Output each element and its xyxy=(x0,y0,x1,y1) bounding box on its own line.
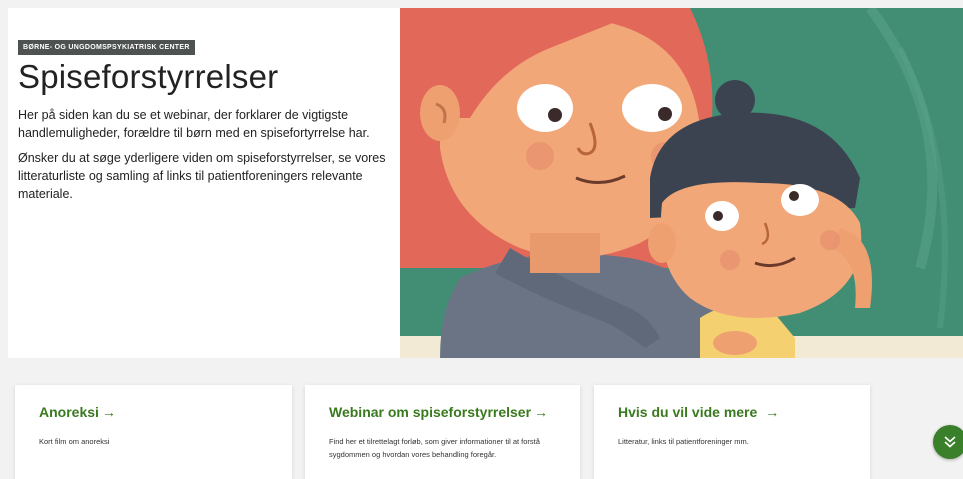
card-webinar-title[interactable]: Webinar om spiseforstyrrelser → xyxy=(329,404,548,420)
arrow-right-icon: → xyxy=(101,404,116,420)
card-anoreksi[interactable]: Anoreksi → Kort film om anoreksi xyxy=(15,385,292,479)
card-more-info-description: Litteratur, links til patientforeninger … xyxy=(618,437,749,446)
card-webinar[interactable]: Webinar om spiseforstyrrelser → Find her … xyxy=(305,385,580,479)
card-webinar-description: Find her et tilrettelagt forløb, som giv… xyxy=(329,437,540,459)
hero-illustration xyxy=(400,8,963,358)
card-anoreksi-label: Anoreksi xyxy=(39,404,99,420)
scroll-down-button[interactable] xyxy=(933,425,963,459)
page-title: Spiseforstyrrelser xyxy=(18,58,279,95)
card-more-info[interactable]: Hvis du vil vide mere → Litteratur, links… xyxy=(594,385,870,479)
card-webinar-label: Webinar om spiseforstyrrelser xyxy=(329,404,532,420)
double-chevron-down-icon xyxy=(944,436,956,448)
card-anoreksi-title[interactable]: Anoreksi → xyxy=(39,404,116,420)
department-label: BØRNE- OG UNGDOMSPSYKIATRISK CENTER xyxy=(18,40,195,55)
hero-section: BØRNE- OG UNGDOMSPSYKIATRISK CENTER Spis… xyxy=(8,8,963,358)
further-info-paragraph: Ønsker du at søge yderligere viden om sp… xyxy=(18,151,386,201)
intro-paragraph: Her på siden kan du se et webinar, der f… xyxy=(18,108,370,140)
hero-text: BØRNE- OG UNGDOMSPSYKIATRISK CENTER Spis… xyxy=(18,36,388,210)
card-more-info-label: Hvis du vil vide mere xyxy=(618,404,758,420)
card-more-info-title[interactable]: Hvis du vil vide mere → xyxy=(618,404,779,420)
arrow-right-icon: → xyxy=(534,404,549,420)
card-anoreksi-description: Kort film om anoreksi xyxy=(39,437,110,446)
arrow-right-icon: → xyxy=(765,404,780,420)
mother-child-illustration-icon xyxy=(400,8,963,358)
